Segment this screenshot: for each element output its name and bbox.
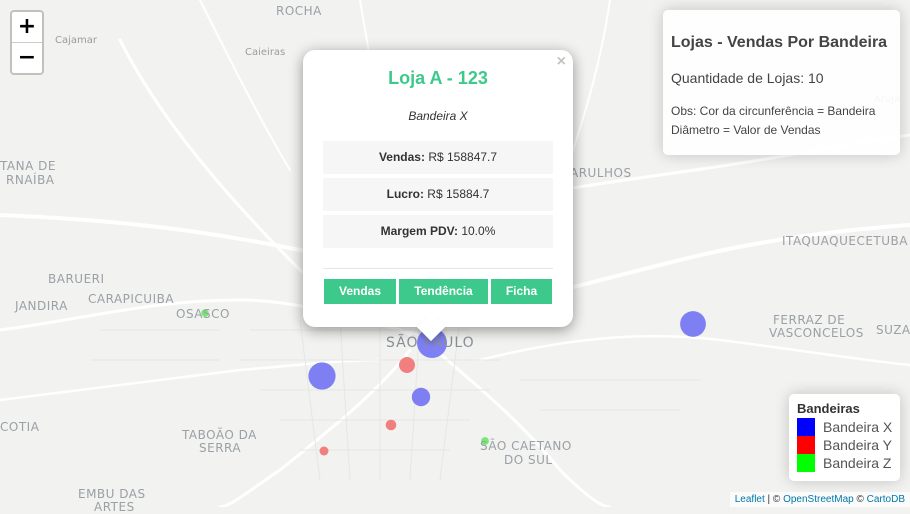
place-label: SERRA — [199, 441, 242, 455]
store-marker-x[interactable] — [308, 362, 336, 390]
popup-close-button[interactable]: × — [557, 53, 566, 71]
legend-item-x: Bandeira X — [797, 418, 892, 436]
osm-link[interactable]: OpenStreetMap — [783, 494, 854, 505]
place-label: COTIA — [0, 420, 40, 434]
legend-swatch — [797, 436, 815, 454]
legend-item-y: Bandeira Y — [797, 436, 892, 454]
legend-title: Bandeiras — [797, 401, 860, 416]
store-count: Quantidade de Lojas: 10 — [671, 70, 824, 86]
legend-swatch — [797, 418, 815, 436]
place-label: ARTES — [94, 500, 135, 514]
popup-divider — [323, 268, 553, 269]
place-label: Caieiras — [245, 47, 286, 58]
map-attribution: Leaflet | © OpenStreetMap © CartoDB — [729, 492, 910, 507]
place-label: SUZA — [876, 323, 910, 337]
popup-profit-row: Lucro: R$ 15884.7 — [323, 178, 553, 211]
margin-label: Margem PDV: — [380, 224, 458, 238]
popup-store-title: Loja A - 123 — [388, 68, 488, 88]
place-label: JANDIRA — [15, 299, 68, 313]
popup-margin-row: Margem PDV: 10.0% — [323, 215, 553, 248]
place-label: VASCONCELOS — [769, 326, 864, 340]
store-marker-y[interactable] — [385, 419, 397, 431]
place-label: TABOÃO DA — [182, 428, 257, 442]
store-marker-x[interactable] — [680, 311, 706, 337]
place-label: ITAQUAQUECETUBA — [782, 234, 908, 248]
place-label: RNAÍBA — [6, 173, 55, 187]
trend-button[interactable]: Tendência — [399, 279, 488, 304]
zoom-in-button[interactable]: + — [12, 12, 42, 42]
attribution-sep: | © — [764, 494, 784, 505]
margin-value: 10.0% — [458, 224, 496, 238]
flag-legend: Bandeiras Bandeira X Bandeira Y Bandeira… — [789, 394, 900, 481]
carto-link[interactable]: CartoDB — [867, 494, 905, 505]
store-popup: × Loja A - 123 Bandeira X Vendas: R$ 158… — [303, 50, 573, 342]
info-note-diameter: Diâmetro = Valor de Vendas — [671, 123, 821, 137]
leaflet-link[interactable]: Leaflet — [735, 494, 765, 505]
place-label: ROCHA — [276, 4, 322, 18]
legend-label: Bandeira Z — [823, 455, 892, 471]
info-panel: Lojas - Vendas Por Bandeira Quantidade d… — [663, 10, 900, 155]
place-label: BARUERI — [48, 272, 105, 286]
legend-label: Bandeira Y — [823, 437, 893, 453]
popup-flag: Bandeira X — [408, 109, 468, 123]
sales-label: Vendas: — [378, 150, 425, 164]
place-label: OSASCO — [176, 307, 230, 321]
store-markers[interactable] — [201, 309, 706, 456]
legend-item-z: Bandeira Z — [797, 454, 892, 472]
place-label: EMBU DAS — [78, 487, 146, 501]
store-marker-y[interactable] — [399, 357, 415, 373]
place-label: ARULHOS — [570, 166, 632, 180]
info-title: Lojas - Vendas Por Bandeira — [671, 34, 888, 51]
store-marker-x[interactable] — [411, 387, 431, 407]
popup-actions: Vendas Tendência Ficha — [323, 279, 553, 304]
legend-swatch — [797, 454, 815, 472]
place-label: TANA DE — [0, 159, 56, 173]
sheet-button[interactable]: Ficha — [491, 279, 552, 304]
store-marker-y[interactable] — [319, 446, 329, 456]
sales-value: R$ 158847.7 — [424, 150, 498, 164]
profit-label: Lucro: — [386, 187, 424, 201]
sales-button[interactable]: Vendas — [324, 279, 396, 304]
info-note-color: Obs: Cor da circunferência = Bandeira — [671, 104, 876, 118]
legend-label: Bandeira X — [823, 419, 893, 435]
zoom-control: + − — [10, 10, 44, 75]
place-label: SÃO CAETANO — [480, 439, 572, 453]
place-label: DO SUL — [504, 453, 553, 467]
zoom-out-button[interactable]: − — [12, 42, 42, 73]
attribution-sep: © — [853, 494, 867, 505]
place-label: CARAPICUIBA — [88, 292, 175, 306]
profit-value: R$ 15884.7 — [423, 187, 490, 201]
popup-sales-row: Vendas: R$ 158847.7 — [323, 141, 553, 174]
place-label: FERRAZ DE — [773, 313, 846, 327]
place-label: Cajamar — [55, 35, 97, 46]
